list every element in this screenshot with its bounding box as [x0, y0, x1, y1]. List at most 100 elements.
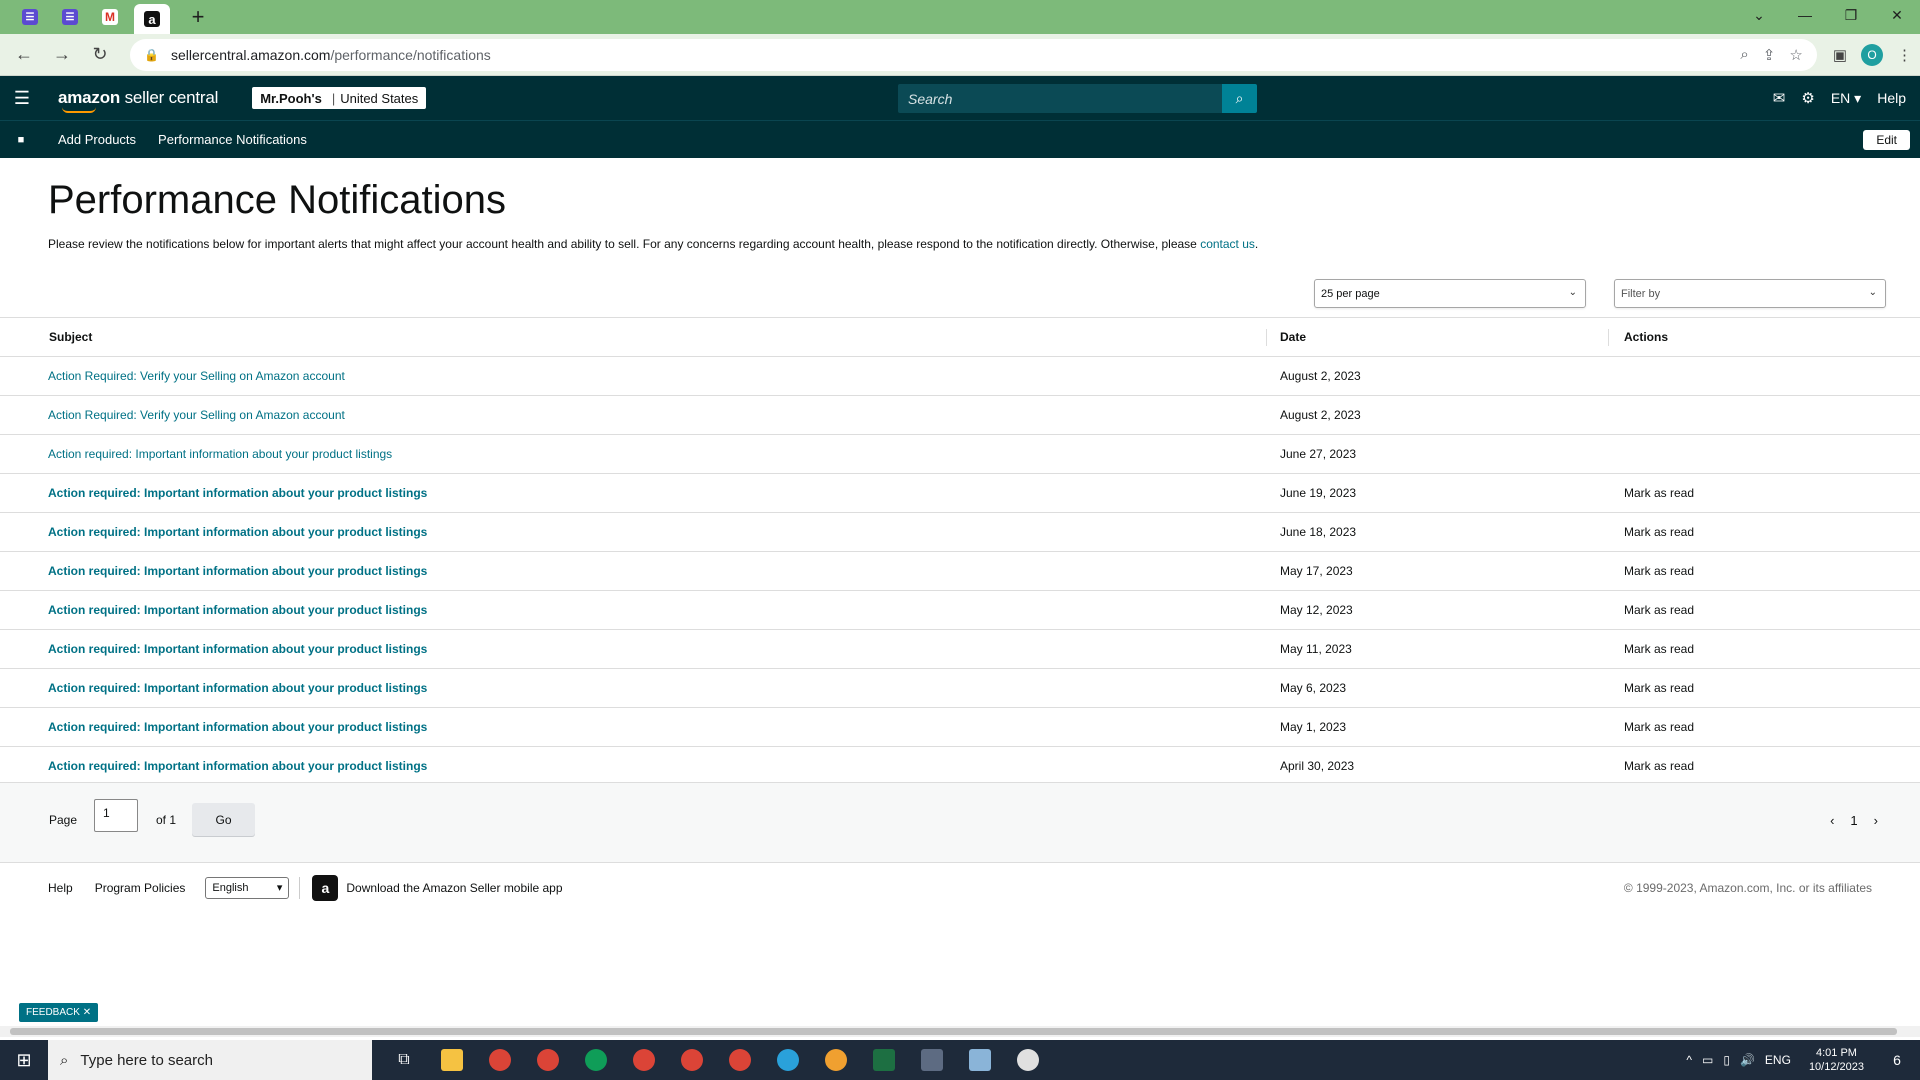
new-tab-button[interactable]: + — [184, 3, 212, 31]
scrollbar-thumb[interactable] — [10, 1028, 1897, 1035]
header-subject[interactable]: Subject — [0, 328, 1267, 346]
chevron-right-icon[interactable]: › — [1874, 813, 1878, 828]
minimize-icon[interactable]: — — [1782, 0, 1828, 30]
address-bar[interactable]: 🔒 sellercentral.amazon.com/performance/n… — [130, 38, 1817, 71]
notification-icon[interactable]: 6 — [1882, 1045, 1912, 1075]
volume-icon[interactable]: 🔊 — [1740, 1053, 1755, 1067]
excel-icon[interactable] — [860, 1040, 908, 1080]
tab-search-icon[interactable]: ⌄ — [1736, 0, 1782, 30]
amazon-app-icon[interactable]: a — [312, 874, 339, 901]
search-input[interactable] — [898, 84, 1222, 113]
notification-subject-link[interactable]: Action required: Important information a… — [0, 642, 1267, 656]
feedback-button[interactable]: FEEDBACK ✕ — [19, 1003, 99, 1022]
seller-central-logo[interactable]: amazon seller central — [58, 88, 218, 113]
notification-subject-link[interactable]: Action required: Important information a… — [0, 720, 1267, 734]
network-icon[interactable]: ▭ — [1702, 1053, 1713, 1067]
browser-menu-icon[interactable]: ⋮ — [1897, 46, 1912, 64]
footer-policies-link[interactable]: Program Policies — [95, 881, 186, 895]
file-explorer-icon[interactable] — [428, 1040, 476, 1080]
mark-as-read-link[interactable]: Mark as read — [1609, 603, 1694, 617]
notification-subject-link[interactable]: Action Required: Verify your Selling on … — [0, 408, 1267, 422]
language-dropdown[interactable]: EN ▾ — [1831, 90, 1861, 107]
profile-avatar[interactable]: O — [1861, 43, 1883, 66]
share-icon[interactable]: ⇪ — [1763, 46, 1776, 64]
download-app-link[interactable]: Download the Amazon Seller mobile app — [346, 881, 562, 895]
header-date[interactable]: Date — [1267, 328, 1609, 346]
notification-subject-link[interactable]: Action required: Important information a… — [0, 486, 1267, 500]
calculator-icon[interactable] — [908, 1040, 956, 1080]
mark-as-read-link[interactable]: Mark as read — [1609, 486, 1694, 500]
task-view-icon[interactable]: ⧉ — [380, 1040, 428, 1080]
filter-select[interactable]: Filter by ⌄ — [1614, 279, 1886, 308]
chrome-icon[interactable] — [572, 1040, 620, 1080]
chevron-down-icon: ⌄ — [1568, 287, 1577, 298]
nav-add-products[interactable]: Add Products — [58, 132, 136, 147]
mark-as-read-link[interactable]: Mark as read — [1609, 681, 1694, 695]
mark-as-read-link[interactable]: Mark as read — [1609, 564, 1694, 578]
taskbar-search[interactable]: ⌕ Type here to search — [48, 1040, 372, 1080]
browser-tab-2[interactable]: ☰ — [54, 1, 86, 33]
store-switcher[interactable]: Mr.Pooh's | United States — [252, 87, 427, 109]
forward-icon[interactable]: → — [46, 39, 78, 71]
chrome-icon[interactable] — [476, 1040, 524, 1080]
nav-performance-notifications[interactable]: Performance Notifications — [158, 132, 307, 147]
store-name: Mr.Pooh's — [260, 90, 322, 106]
mail-icon[interactable]: ✉ — [1773, 89, 1786, 107]
notification-subject-link[interactable]: Action required: Important information a… — [0, 525, 1267, 539]
mark-as-read-link[interactable]: Mark as read — [1609, 759, 1694, 773]
windows-start-icon[interactable]: ⊞ — [0, 1040, 48, 1080]
chrome-icon[interactable] — [620, 1040, 668, 1080]
notification-subject-link[interactable]: Action required: Important information a… — [0, 447, 1267, 461]
telegram-icon[interactable] — [764, 1040, 812, 1080]
gear-icon[interactable]: ⚙ — [1801, 89, 1814, 107]
bookmark-star-icon[interactable]: ☆ — [1789, 46, 1802, 64]
notification-subject-link[interactable]: Action required: Important information a… — [0, 759, 1267, 773]
restore-icon[interactable]: ❐ — [1828, 0, 1874, 30]
side-panel-icon[interactable]: ▣ — [1833, 46, 1847, 64]
contact-us-link[interactable]: contact us — [1200, 237, 1255, 251]
browser-tab-3[interactable]: M — [94, 1, 126, 33]
footer-language-select[interactable]: English ▾ — [205, 876, 290, 899]
search-button[interactable]: ⌕ — [1222, 84, 1257, 113]
help-link[interactable]: Help — [1877, 90, 1906, 106]
notification-subject-link[interactable]: Action required: Important information a… — [0, 564, 1267, 578]
table-body: Action Required: Verify your Selling on … — [0, 357, 1920, 786]
chrome-icon[interactable] — [716, 1040, 764, 1080]
page-number-input[interactable]: 1 — [94, 799, 138, 832]
notification-subject-link[interactable]: Action Required: Verify your Selling on … — [0, 369, 1267, 383]
battery-icon[interactable]: ▯ — [1723, 1053, 1730, 1067]
hamburger-menu-icon[interactable]: ☰ — [0, 76, 44, 120]
chevron-left-icon[interactable]: ‹ — [1830, 813, 1834, 828]
back-icon[interactable]: ← — [8, 39, 40, 71]
current-page[interactable]: 1 — [1850, 813, 1857, 828]
notification-date: August 2, 2023 — [1280, 369, 1361, 383]
notepad-icon[interactable] — [956, 1040, 1004, 1080]
notification-subject-link[interactable]: Action required: Important information a… — [0, 681, 1267, 695]
input-language[interactable]: ENG — [1765, 1053, 1791, 1067]
zoom-icon[interactable]: ⌕ — [1740, 46, 1748, 64]
page-of-label: of 1 — [156, 813, 177, 827]
footer-help-link[interactable]: Help — [48, 881, 73, 895]
clock[interactable]: 4:01 PM 10/12/2023 — [1809, 1046, 1864, 1074]
bookmark-icon[interactable]: ■ — [0, 134, 42, 146]
mark-as-read-link[interactable]: Mark as read — [1609, 642, 1694, 656]
per-page-select[interactable]: 25 per page ⌄ — [1314, 279, 1586, 308]
mark-as-read-link[interactable]: Mark as read — [1609, 525, 1694, 539]
edit-button[interactable]: Edit — [1863, 130, 1910, 150]
browser-tab-4[interactable]: a — [134, 4, 170, 34]
close-icon[interactable]: ✕ — [1874, 0, 1920, 30]
chevron-up-icon[interactable]: ^ — [1686, 1053, 1692, 1067]
notification-subject-link[interactable]: Action required: Important information a… — [0, 603, 1267, 617]
filter-placeholder: Filter by — [1621, 287, 1661, 300]
app-icon[interactable] — [1004, 1040, 1052, 1080]
chrome-icon[interactable] — [524, 1040, 572, 1080]
app-icon[interactable] — [812, 1040, 860, 1080]
chrome-icon[interactable] — [668, 1040, 716, 1080]
go-button[interactable]: Go — [192, 803, 255, 836]
horizontal-scrollbar[interactable] — [0, 1026, 1920, 1037]
reload-icon[interactable]: ↻ — [84, 39, 116, 71]
bookmark-bar: ■ Add Products Performance Notifications… — [0, 120, 1920, 158]
mark-as-read-link[interactable]: Mark as read — [1609, 720, 1694, 734]
browser-tab-1[interactable]: ☰ — [14, 1, 46, 33]
close-icon[interactable]: ✕ — [83, 1007, 91, 1018]
